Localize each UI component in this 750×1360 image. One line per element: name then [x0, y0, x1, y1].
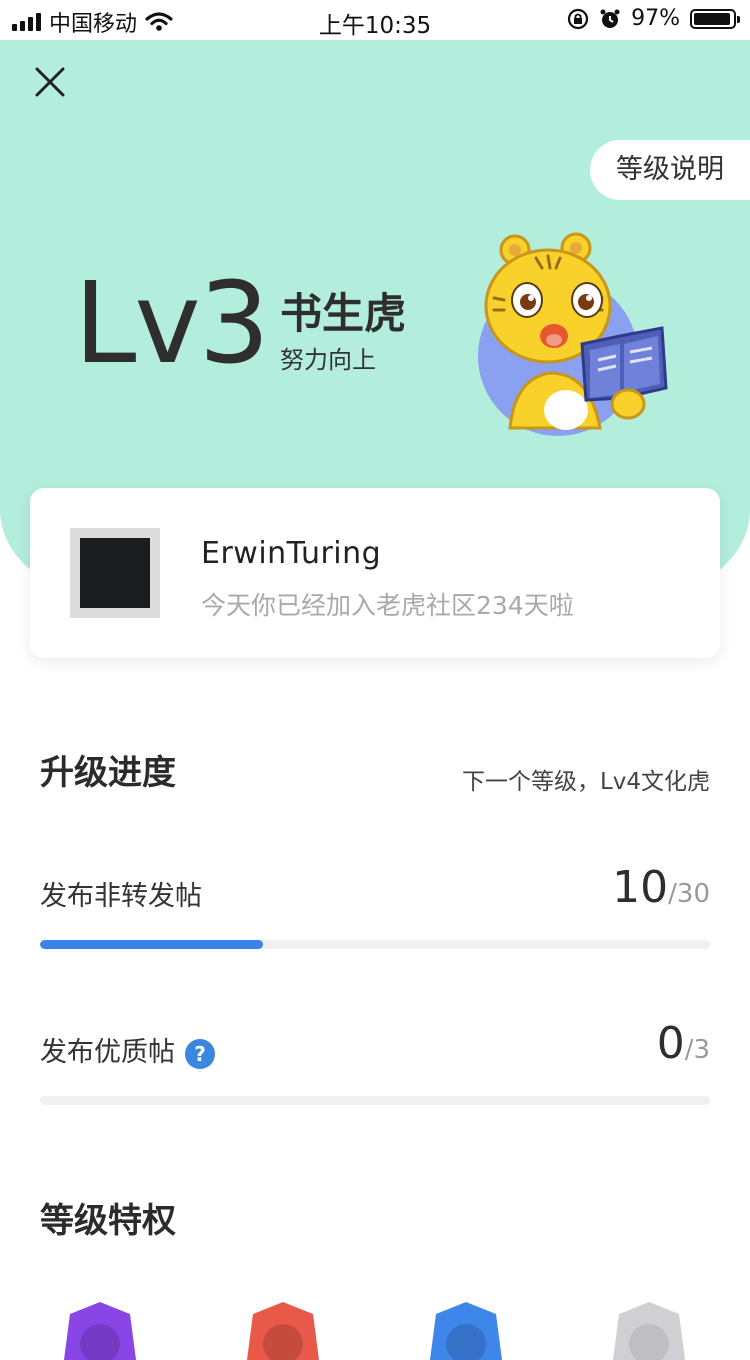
task-current-quality: 0: [656, 1018, 685, 1069]
progress-fill-posts: [40, 940, 264, 949]
task-count-quality: 0/3: [657, 1018, 710, 1069]
rotation-lock-icon: [567, 8, 589, 29]
user-card: ErwinTuring 今天你已经加入老虎社区234天啦: [30, 488, 720, 658]
battery-icon: [690, 8, 740, 29]
level-name: 书生虎: [280, 289, 407, 338]
task-total-posts: /30: [668, 879, 710, 909]
privilege-badge-icon[interactable]: [609, 1300, 689, 1360]
next-level-text: 下一个等级，Lv4文化虎: [461, 769, 710, 795]
join-days-text: 今天你已经加入老虎社区234天啦: [201, 591, 574, 620]
privilege-badge-icon[interactable]: [243, 1300, 323, 1360]
task-label-posts: 发布非转发帖: [40, 881, 202, 912]
username: ErwinTuring: [201, 536, 382, 571]
status-bar: 中国移动 上午10:35 97%: [0, 0, 750, 40]
tiger-mascot-image: [478, 232, 668, 436]
privilege-badges: [0, 1300, 750, 1360]
alarm-icon: [600, 9, 620, 28]
task-label-quality: 发布优质帖?: [40, 1030, 215, 1069]
task-count-posts: 10/30: [612, 862, 710, 913]
task-total-quality: /3: [684, 1035, 710, 1065]
level-motto: 努力向上: [280, 346, 376, 374]
task-label-quality-text: 发布优质帖: [40, 1037, 175, 1068]
task-current-posts: 10: [612, 862, 669, 913]
progress-bar-posts: [40, 940, 710, 949]
close-icon[interactable]: [30, 62, 70, 102]
avatar[interactable]: [70, 528, 160, 618]
status-right: 97%: [567, 6, 740, 31]
privilege-badge-icon[interactable]: [60, 1300, 140, 1360]
privilege-badge-icon[interactable]: [426, 1300, 506, 1360]
progress-section-title: 升级进度: [40, 753, 176, 793]
progress-bar-quality: [40, 1096, 710, 1105]
battery-percent: 97%: [631, 6, 680, 31]
privileges-section-title: 等级特权: [40, 1201, 176, 1241]
level-code: Lv3: [74, 259, 270, 389]
level-explain-button[interactable]: 等级说明: [590, 140, 750, 200]
question-icon[interactable]: ?: [185, 1038, 215, 1069]
